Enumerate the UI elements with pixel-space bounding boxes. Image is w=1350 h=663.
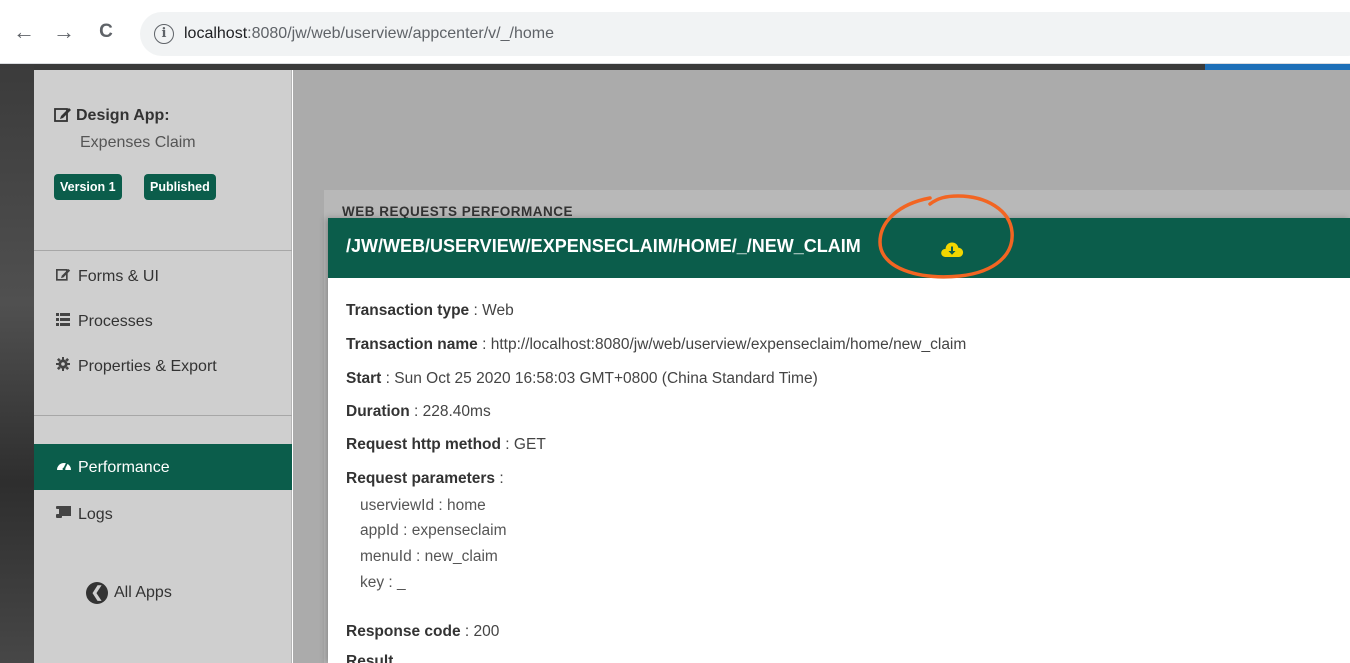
- url-path: :8080/jw/web/userview/appcenter/v/_/home: [247, 25, 554, 42]
- field-transaction-name: Transaction name : http://localhost:8080…: [346, 336, 966, 354]
- design-app-title-text: Design App:: [76, 107, 170, 124]
- field-key: Request http method: [346, 436, 501, 453]
- cog-icon: [56, 344, 78, 388]
- field-transaction-type: Transaction type : Web: [346, 302, 514, 320]
- all-apps-label: All Apps: [114, 584, 172, 602]
- sidebar-item-label: Forms & UI: [78, 268, 159, 285]
- address-bar[interactable]: i localhost:8080/jw/web/userview/appcent…: [140, 12, 1350, 56]
- sidebar-item-performance[interactable]: Performance: [34, 444, 292, 490]
- param-item: key : _: [360, 574, 406, 591]
- sidebar-item-processes[interactable]: Processes: [34, 299, 292, 343]
- arrow-left-circle-icon: ❮: [86, 582, 108, 604]
- forward-button[interactable]: →: [50, 16, 78, 48]
- cloud-download-icon[interactable]: [940, 240, 964, 258]
- modal-header: /JW/WEB/USERVIEW/EXPENSECLAIM/HOME/_/NEW…: [328, 194, 1350, 279]
- list-icon: [56, 299, 78, 343]
- param-item: menuId : new_claim: [360, 548, 498, 565]
- published-badge[interactable]: Published: [144, 174, 216, 200]
- edit-icon: [56, 254, 78, 298]
- edit-icon: [54, 108, 71, 122]
- version-badge[interactable]: Version 1: [54, 174, 122, 200]
- field-value: : Web: [469, 302, 514, 319]
- transaction-detail-modal: /JW/WEB/USERVIEW/EXPENSECLAIM/HOME/_/NEW…: [328, 194, 1350, 663]
- browser-toolbar: ← → C i localhost:8080/jw/web/userview/a…: [0, 0, 1350, 64]
- field-duration: Duration : 228.40ms: [346, 403, 491, 421]
- sidebar-item-properties-export[interactable]: Properties & Export: [34, 344, 292, 388]
- app-name: Expenses Claim: [80, 134, 196, 151]
- field-request-parameters: Request parameters :: [346, 470, 504, 488]
- sidebar-divider: [34, 415, 292, 416]
- info-icon[interactable]: i: [154, 24, 174, 44]
- sidebar-item-logs[interactable]: Logs: [34, 492, 292, 536]
- url-host: localhost: [184, 25, 248, 42]
- modal-title: /JW/WEB/USERVIEW/EXPENSECLAIM/HOME/_/NEW…: [346, 236, 861, 256]
- param-item: appId : expenseclaim: [360, 522, 507, 539]
- field-result-partial: Result: [346, 653, 394, 663]
- url-text[interactable]: localhost:8080/jw/web/userview/appcenter…: [184, 25, 554, 43]
- field-key: Start: [346, 370, 382, 387]
- sidebar-item-label: Logs: [78, 506, 113, 523]
- back-button[interactable]: ←: [10, 16, 38, 48]
- field-value: : 200: [460, 623, 500, 640]
- field-value: :: [495, 470, 504, 487]
- all-apps-link[interactable]: ❮ All Apps: [86, 582, 172, 604]
- sidebar-item-forms-ui[interactable]: Forms & UI: [34, 254, 292, 298]
- field-value: : GET: [501, 436, 546, 453]
- field-key: Response code: [346, 623, 461, 640]
- sidebar: Design App: Expenses Claim Version 1 Pub…: [34, 70, 292, 663]
- design-app-title: Design App:: [54, 106, 170, 125]
- field-http-method: Request http method : GET: [346, 436, 546, 454]
- background-image: [0, 64, 34, 663]
- gauge-icon: [56, 444, 78, 490]
- field-key: Request parameters: [346, 470, 496, 487]
- field-start: Start : Sun Oct 25 2020 16:58:03 GMT+080…: [346, 370, 818, 388]
- param-item: userviewId : home: [360, 497, 486, 514]
- field-value: : http://localhost:8080/jw/web/userview/…: [477, 336, 967, 353]
- reload-button[interactable]: C: [92, 16, 120, 48]
- panel-title: WEB REQUESTS PERFORMANCE: [342, 204, 574, 219]
- scroll-icon: [56, 492, 78, 536]
- sidebar-divider: [34, 250, 292, 251]
- field-key: Transaction type: [346, 302, 470, 319]
- sidebar-item-label: Processes: [78, 313, 153, 330]
- field-value: : Sun Oct 25 2020 16:58:03 GMT+0800 (Chi…: [381, 370, 818, 387]
- sidebar-item-label: Performance: [78, 459, 170, 476]
- sidebar-item-label: Properties & Export: [78, 358, 217, 375]
- field-key: Transaction name: [346, 336, 478, 353]
- field-value: : 228.40ms: [409, 403, 491, 420]
- field-key: Duration: [346, 403, 410, 420]
- field-response-code: Response code : 200: [346, 623, 499, 641]
